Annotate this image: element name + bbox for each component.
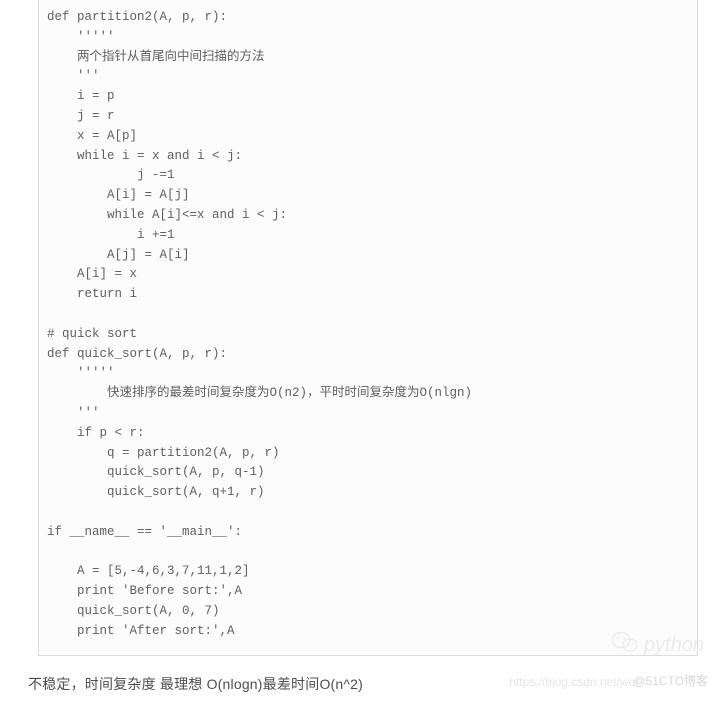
watermark-51cto: @51CTO博客 <box>633 672 708 689</box>
code-content: def partition2(A, p, r): ''''' 两个指针从首尾向中… <box>47 10 472 638</box>
watermark-csdn: https://blog.csdn.net/wei <box>509 675 638 689</box>
code-block: def partition2(A, p, r): ''''' 两个指针从首尾向中… <box>38 0 698 656</box>
caption-text: 不稳定，时间复杂度 最理想 O(nlogn)最差时间O(n^2) <box>28 674 363 694</box>
